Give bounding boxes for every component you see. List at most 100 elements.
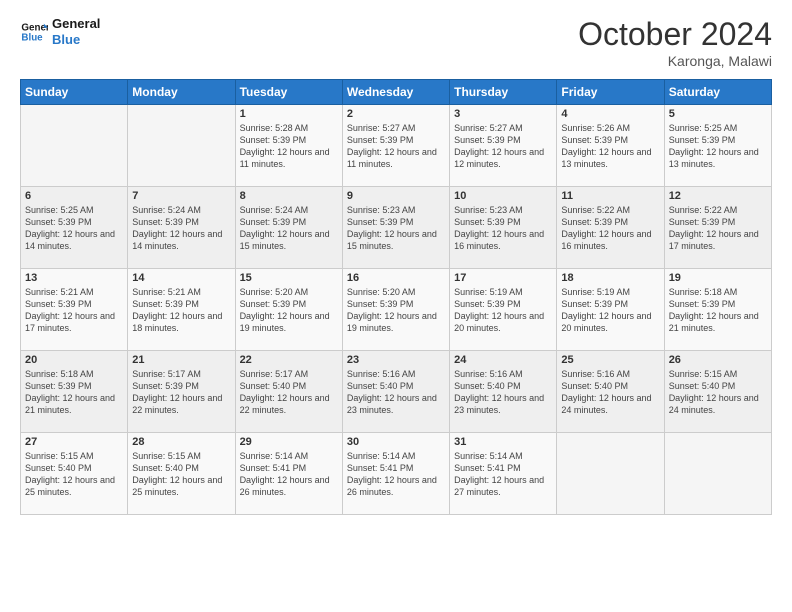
month-year: October 2024 [578,16,772,53]
day-info: Sunrise: 5:19 AM Sunset: 5:39 PM Dayligh… [561,286,659,335]
day-number: 16 [347,272,445,284]
calendar-cell: 9 Sunrise: 5:23 AM Sunset: 5:39 PM Daylig… [342,187,449,269]
day-info: Sunrise: 5:18 AM Sunset: 5:39 PM Dayligh… [669,286,767,335]
day-info: Sunrise: 5:24 AM Sunset: 5:39 PM Dayligh… [240,204,338,253]
calendar-cell: 11 Sunrise: 5:22 AM Sunset: 5:39 PM Dayli… [557,187,664,269]
day-number: 30 [347,436,445,448]
day-number: 9 [347,190,445,202]
logo-line1: General [52,16,100,32]
location: Karonga, Malawi [578,53,772,69]
day-number: 19 [669,272,767,284]
calendar-cell: 15 Sunrise: 5:20 AM Sunset: 5:39 PM Dayli… [235,269,342,351]
calendar-cell: 25 Sunrise: 5:16 AM Sunset: 5:40 PM Dayli… [557,351,664,433]
calendar-cell: 14Sunrise: 5:21 AM Sunset: 5:39 PM Dayli… [128,269,235,351]
day-number: 11 [561,190,659,202]
calendar-cell [557,433,664,515]
day-number: 17 [454,272,552,284]
day-number: 31 [454,436,552,448]
calendar-week-row: 13 Sunrise: 5:21 AM Sunset: 5:39 PM Dayli… [21,269,772,351]
calendar-cell: 5Sunrise: 5:25 AM Sunset: 5:39 PM Daylig… [664,105,771,187]
day-number: 27 [25,436,123,448]
calendar-cell: 12Sunrise: 5:22 AM Sunset: 5:39 PM Dayli… [664,187,771,269]
day-info: Sunrise: 5:22 AM Sunset: 5:39 PM Dayligh… [561,204,659,253]
calendar-cell [128,105,235,187]
calendar-table: SundayMondayTuesdayWednesdayThursdayFrid… [20,79,772,515]
day-number: 7 [132,190,230,202]
calendar-cell: 16 Sunrise: 5:20 AM Sunset: 5:39 PM Dayli… [342,269,449,351]
day-info: Sunrise: 5:26 AM Sunset: 5:39 PM Dayligh… [561,122,659,171]
calendar-cell: 19 Sunrise: 5:18 AM Sunset: 5:39 PM Dayli… [664,269,771,351]
day-info: Sunrise: 5:14 AM Sunset: 5:41 PM Dayligh… [240,450,338,499]
calendar-cell: 8 Sunrise: 5:24 AM Sunset: 5:39 PM Daylig… [235,187,342,269]
day-number: 25 [561,354,659,366]
day-info: Sunrise: 5:21 AM Sunset: 5:39 PM Dayligh… [25,286,123,335]
calendar-cell: 1Sunrise: 5:28 AM Sunset: 5:39 PM Daylig… [235,105,342,187]
day-info: Sunrise: 5:18 AM Sunset: 5:39 PM Dayligh… [25,368,123,417]
calendar-cell: 27 Sunrise: 5:15 AM Sunset: 5:40 PM Dayli… [21,433,128,515]
calendar-cell: 3Sunrise: 5:27 AM Sunset: 5:39 PM Daylig… [450,105,557,187]
day-info: Sunrise: 5:23 AM Sunset: 5:39 PM Dayligh… [347,204,445,253]
calendar-cell: 22 Sunrise: 5:17 AM Sunset: 5:40 PM Dayli… [235,351,342,433]
day-info: Sunrise: 5:17 AM Sunset: 5:40 PM Dayligh… [240,368,338,417]
day-number: 3 [454,108,552,120]
calendar-cell: 13 Sunrise: 5:21 AM Sunset: 5:39 PM Dayli… [21,269,128,351]
day-number: 29 [240,436,338,448]
day-number: 20 [25,354,123,366]
calendar-cell [21,105,128,187]
calendar-week-row: 27 Sunrise: 5:15 AM Sunset: 5:40 PM Dayli… [21,433,772,515]
calendar-day-header: Saturday [664,80,771,105]
calendar-cell: 20 Sunrise: 5:18 AM Sunset: 5:39 PM Dayli… [21,351,128,433]
day-info: Sunrise: 5:20 AM Sunset: 5:39 PM Dayligh… [347,286,445,335]
day-number: 6 [25,190,123,202]
page: General Blue General Blue October 2024 K… [0,0,792,612]
day-number: 8 [240,190,338,202]
logo: General Blue General Blue [20,16,100,47]
logo-icon: General Blue [20,18,48,46]
header: General Blue General Blue October 2024 K… [20,16,772,69]
calendar-cell: 4 Sunrise: 5:26 AM Sunset: 5:39 PM Daylig… [557,105,664,187]
day-number: 4 [561,108,659,120]
calendar-cell: 29 Sunrise: 5:14 AM Sunset: 5:41 PM Dayli… [235,433,342,515]
day-info: Sunrise: 5:27 AM Sunset: 5:39 PM Dayligh… [347,122,445,171]
day-info: Sunrise: 5:15 AM Sunset: 5:40 PM Dayligh… [669,368,767,417]
day-number: 28 [132,436,230,448]
day-number: 14 [132,272,230,284]
calendar-cell: 10Sunrise: 5:23 AM Sunset: 5:39 PM Dayli… [450,187,557,269]
day-info: Sunrise: 5:16 AM Sunset: 5:40 PM Dayligh… [454,368,552,417]
day-number: 5 [669,108,767,120]
calendar-cell: 18 Sunrise: 5:19 AM Sunset: 5:39 PM Dayli… [557,269,664,351]
day-number: 18 [561,272,659,284]
calendar-day-header: Wednesday [342,80,449,105]
day-info: Sunrise: 5:14 AM Sunset: 5:41 PM Dayligh… [454,450,552,499]
calendar-cell: 2Sunrise: 5:27 AM Sunset: 5:39 PM Daylig… [342,105,449,187]
calendar-cell: 26 Sunrise: 5:15 AM Sunset: 5:40 PM Dayli… [664,351,771,433]
day-number: 22 [240,354,338,366]
calendar-header-row: SundayMondayTuesdayWednesdayThursdayFrid… [21,80,772,105]
calendar-cell: 21Sunrise: 5:17 AM Sunset: 5:39 PM Dayli… [128,351,235,433]
calendar-week-row: 20 Sunrise: 5:18 AM Sunset: 5:39 PM Dayli… [21,351,772,433]
calendar-day-header: Sunday [21,80,128,105]
calendar-week-row: 6 Sunrise: 5:25 AM Sunset: 5:39 PM Daylig… [21,187,772,269]
day-info: Sunrise: 5:25 AM Sunset: 5:39 PM Dayligh… [25,204,123,253]
calendar-day-header: Thursday [450,80,557,105]
calendar-cell [664,433,771,515]
calendar-cell: 6 Sunrise: 5:25 AM Sunset: 5:39 PM Daylig… [21,187,128,269]
day-info: Sunrise: 5:20 AM Sunset: 5:39 PM Dayligh… [240,286,338,335]
day-info: Sunrise: 5:23 AM Sunset: 5:39 PM Dayligh… [454,204,552,253]
day-info: Sunrise: 5:15 AM Sunset: 5:40 PM Dayligh… [25,450,123,499]
day-info: Sunrise: 5:15 AM Sunset: 5:40 PM Dayligh… [132,450,230,499]
day-number: 26 [669,354,767,366]
calendar-cell: 7Sunrise: 5:24 AM Sunset: 5:39 PM Daylig… [128,187,235,269]
day-number: 13 [25,272,123,284]
calendar-cell: 17Sunrise: 5:19 AM Sunset: 5:39 PM Dayli… [450,269,557,351]
calendar-cell: 30Sunrise: 5:14 AM Sunset: 5:41 PM Dayli… [342,433,449,515]
calendar-day-header: Monday [128,80,235,105]
day-info: Sunrise: 5:28 AM Sunset: 5:39 PM Dayligh… [240,122,338,171]
day-number: 15 [240,272,338,284]
calendar-cell: 28 Sunrise: 5:15 AM Sunset: 5:40 PM Dayli… [128,433,235,515]
title-block: October 2024 Karonga, Malawi [578,16,772,69]
calendar-day-header: Tuesday [235,80,342,105]
day-info: Sunrise: 5:16 AM Sunset: 5:40 PM Dayligh… [561,368,659,417]
day-info: Sunrise: 5:16 AM Sunset: 5:40 PM Dayligh… [347,368,445,417]
calendar-day-header: Friday [557,80,664,105]
